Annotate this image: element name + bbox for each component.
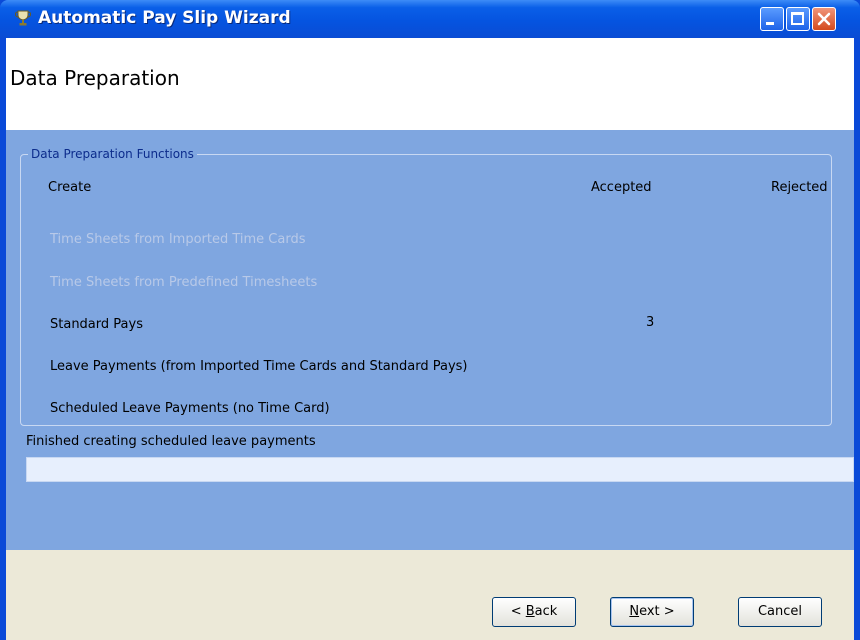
minimize-button[interactable] (760, 7, 784, 31)
window-frame-right (854, 38, 860, 640)
row-standard-pays: Standard Pays (50, 317, 143, 332)
back-prefix: < (510, 604, 526, 619)
main-panel: Data Preparation Functions Create Accept… (6, 130, 854, 550)
row-scheduled-leave-payments: Scheduled Leave Payments (no Time Card) (50, 401, 330, 416)
groupbox-label: Data Preparation Functions (28, 147, 197, 161)
column-header-accepted: Accepted (591, 180, 652, 195)
column-header-rejected: Rejected (771, 180, 828, 195)
standard-pays-accepted-count: 3 (646, 315, 655, 330)
minimize-icon (766, 22, 774, 25)
row-timesheets-imported: Time Sheets from Imported Time Cards (50, 232, 306, 247)
progress-bar (26, 457, 854, 482)
wizard-window: Automatic Pay Slip Wizard Data Preparati… (0, 0, 860, 640)
header-panel: Data Preparation (6, 38, 854, 130)
close-button[interactable] (812, 7, 836, 31)
row-leave-payments: Leave Payments (from Imported Time Cards… (50, 359, 468, 374)
column-header-create: Create (48, 180, 92, 195)
back-rest: ack (534, 604, 558, 619)
next-suffix: > (659, 604, 675, 619)
title-bar[interactable]: Automatic Pay Slip Wizard (0, 0, 860, 38)
row-timesheets-predefined: Time Sheets from Predefined Timesheets (50, 275, 318, 290)
next-button[interactable]: Next > (610, 597, 694, 627)
back-mnemonic: B (525, 604, 535, 619)
maximize-button[interactable] (786, 7, 810, 31)
maximize-icon (791, 12, 804, 25)
cancel-button[interactable]: Cancel (738, 597, 822, 627)
trophy-icon (14, 10, 32, 26)
button-bar: < Back Next > Cancel (6, 550, 854, 640)
back-button[interactable]: < Back (492, 597, 576, 627)
next-mnemonic: N (629, 604, 640, 619)
next-rest: ext (639, 604, 660, 619)
status-text: Finished creating scheduled leave paymen… (26, 434, 316, 449)
close-icon (817, 12, 831, 26)
window-title: Automatic Pay Slip Wizard (38, 8, 291, 28)
page-title: Data Preparation (10, 66, 180, 90)
data-preparation-groupbox (20, 154, 832, 426)
